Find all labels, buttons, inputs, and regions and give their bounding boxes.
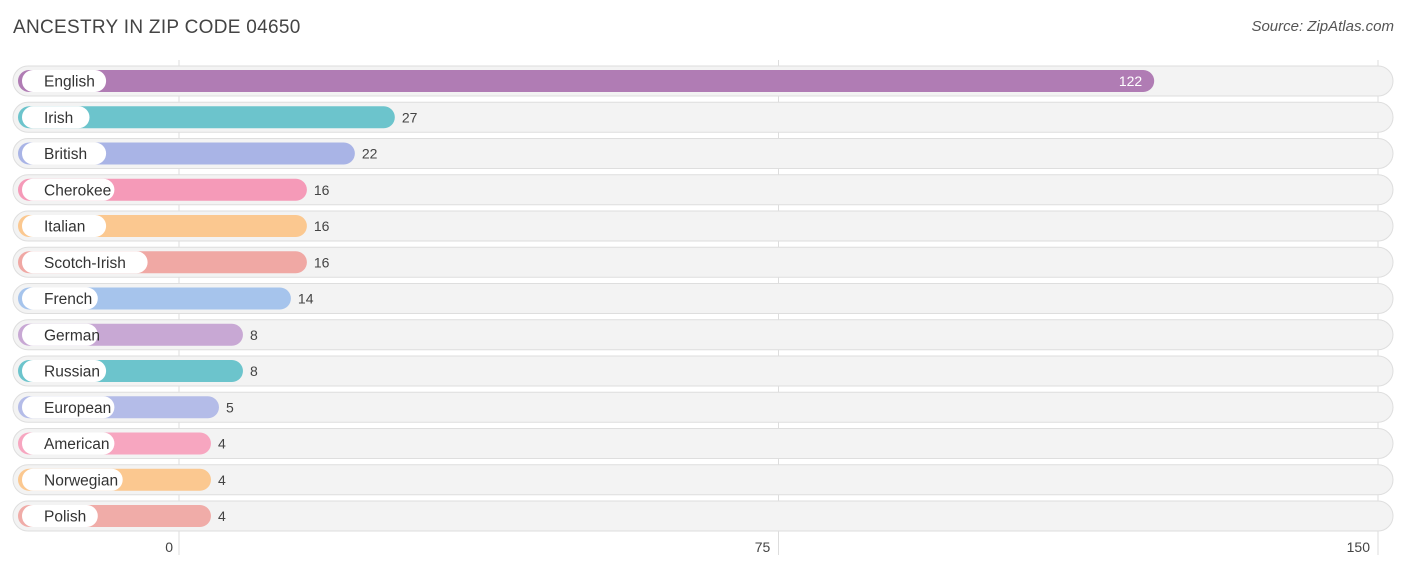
value-label: 4 — [218, 436, 226, 452]
value-label: 5 — [226, 399, 234, 415]
value-label: 4 — [218, 472, 226, 488]
value-label: 16 — [314, 182, 330, 198]
value-label: 8 — [250, 363, 258, 379]
value-label: 16 — [314, 254, 330, 270]
value-label: 4 — [218, 508, 226, 524]
row-background — [12, 391, 1394, 423]
category-label: Cherokee — [44, 182, 111, 199]
category-label: Irish — [44, 110, 73, 127]
category-label: Russian — [44, 364, 100, 381]
category-label: French — [44, 291, 92, 308]
value-label: 27 — [402, 109, 418, 125]
tick-label: 0 — [165, 539, 173, 555]
category-label: German — [44, 327, 100, 344]
value-label: 22 — [362, 146, 378, 162]
bar-chart: English 122 Irish 27 British 22 Cherokee 16 Ital… — [12, 60, 1394, 555]
category-label: Scotch-Irish — [44, 255, 126, 272]
category-label: European — [44, 400, 111, 417]
category-label: American — [44, 436, 109, 453]
bars: English 122 Irish 27 British 22 Cherokee 16 Ital… — [12, 65, 1394, 532]
value-label: 122 — [1119, 73, 1143, 89]
tick-label: 75 — [755, 539, 771, 555]
category-label: Norwegian — [44, 472, 118, 489]
value-label: 8 — [250, 327, 258, 343]
tick-label: 150 — [1347, 539, 1371, 555]
category-label: Italian — [44, 219, 85, 236]
category-label: Polish — [44, 509, 86, 526]
x-axis-ticks: 0 75 150 — [165, 539, 1370, 555]
value-label: 16 — [314, 218, 330, 234]
category-label: English — [44, 74, 95, 91]
value-label: 14 — [298, 291, 314, 307]
bar-english — [18, 70, 1155, 92]
category-label: British — [44, 146, 87, 163]
